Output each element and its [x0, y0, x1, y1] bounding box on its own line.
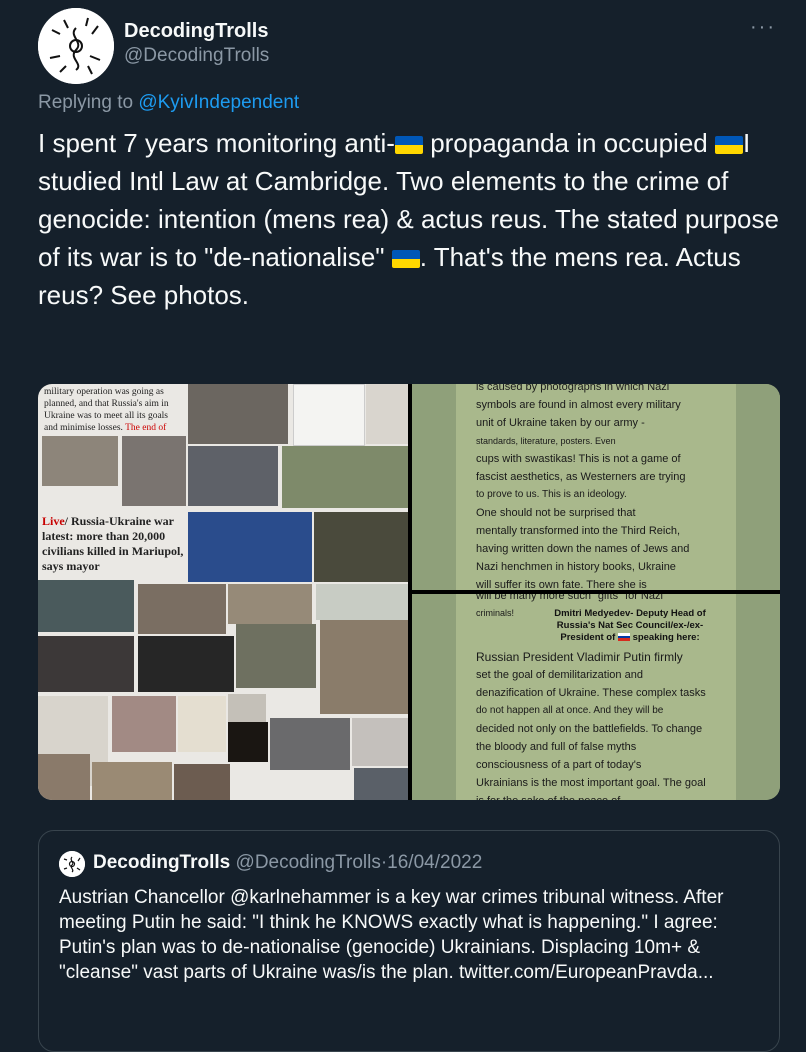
ukraine-flag-icon	[391, 250, 420, 268]
message-line: is for the sake of the peace of	[476, 792, 730, 800]
photo-article	[178, 696, 226, 752]
photo-ruins	[38, 754, 90, 800]
article-snippet: military operation was going as planned,…	[44, 386, 184, 434]
message-line: cups with swastikas! This is not a game …	[476, 453, 681, 465]
ukraine-flag-icon	[394, 136, 423, 154]
caption-text: speaking here:	[632, 632, 700, 643]
photo-article	[293, 384, 365, 446]
live-label: Live	[42, 514, 65, 528]
photo-debris	[228, 584, 312, 624]
media-screenshot-quote[interactable]: will be many more such "gifts" for Nazi …	[412, 594, 780, 800]
message-line: will suffer its own fate. There she is	[476, 579, 647, 590]
photo-candle	[228, 722, 268, 762]
message-line: One should not be surprised that	[476, 507, 636, 519]
photo-ruins	[92, 762, 172, 800]
photo-vehicles	[236, 624, 316, 688]
message-line: denazification of Ukraine. These complex…	[476, 687, 706, 699]
photo-article	[366, 384, 408, 444]
replying-to-prefix: Replying to	[38, 92, 139, 113]
photo-tank	[188, 384, 288, 444]
quoted-text: Austrian Chancellor @karlnehammer is a k…	[59, 887, 724, 983]
message-line: do not happen all at once. And they will…	[476, 705, 664, 716]
message-line: consciousness of a part of today's	[476, 759, 642, 771]
message-line: set the goal of demilitarization and	[476, 669, 643, 681]
message-line: criminals!	[476, 608, 515, 618]
photo-theatre	[42, 436, 118, 486]
message-line: fascist aesthetics, as Westerners are tr…	[476, 471, 686, 483]
chat-pattern	[736, 384, 780, 590]
message-bubble: is caused by photographs in which Nazi s…	[476, 384, 730, 590]
photo-field	[282, 446, 408, 508]
ukraine-flag-icon	[714, 136, 743, 154]
display-name[interactable]: DecodingTrolls	[124, 20, 268, 43]
photo-hazmat	[38, 580, 134, 632]
quoted-tweet[interactable]: DecodingTrolls @DecodingTrolls·16/04/202…	[38, 830, 780, 1052]
more-icon[interactable]: ···	[750, 16, 776, 39]
tweet-text: I spent 7 years monitoring anti- propaga…	[38, 124, 788, 314]
photo-street	[188, 446, 278, 506]
message-line: decided not only on the battlefields. To…	[476, 723, 703, 735]
photo-uniform	[138, 636, 234, 692]
photo-soldiers	[316, 584, 408, 620]
message-bubble: Russian President Vladimir Putin firmly …	[476, 648, 730, 800]
media-grid[interactable]: military operation was going as planned,…	[38, 384, 780, 800]
message-line: Ukrainians is the most important goal. T…	[476, 777, 706, 789]
photo-spokesman	[38, 636, 134, 692]
message-line: standards, literature, posters. Even	[476, 436, 616, 446]
user-handle[interactable]: @DecodingTrolls	[124, 45, 269, 67]
russia-flag-icon	[617, 633, 630, 641]
chat-pattern	[412, 594, 456, 800]
replying-to: Replying to @KyivIndependent	[38, 92, 299, 114]
photo-ruins	[138, 584, 226, 634]
live-headline: Live/ Russia-Ukraine war latest: more th…	[42, 514, 190, 574]
message-line: having written down the names of Jews an…	[476, 543, 690, 555]
tweet-text-part: I spent 7 years monitoring anti-	[38, 128, 395, 158]
photo-collage	[112, 696, 176, 752]
photo-ruins	[122, 436, 186, 506]
message-line: Russian President Vladimir Putin firmly	[476, 650, 683, 664]
tweet-text-part: propaganda in occupied	[422, 128, 715, 158]
message-line: will be many more such "gifts" for Nazi	[476, 594, 663, 602]
caption: Dmitri Medyedev- Deputy Head of Russia's…	[542, 608, 718, 644]
quoted-date[interactable]: 16/04/2022	[387, 852, 482, 873]
photo-soldiers	[314, 512, 408, 582]
article-snippet-red: The end of	[125, 423, 167, 433]
photo-leaders	[188, 512, 312, 582]
photo-article	[352, 718, 408, 766]
quoted-display-name[interactable]: DecodingTrolls	[93, 852, 230, 873]
avatar-image	[59, 851, 85, 877]
chat-pattern	[736, 594, 780, 800]
photo-court	[270, 718, 350, 770]
media-screenshot-quote[interactable]: is caused by photographs in which Nazi s…	[412, 384, 780, 590]
quoted-header: DecodingTrolls @DecodingTrolls·16/04/202…	[93, 852, 482, 874]
photo-man	[320, 620, 408, 714]
photo-street	[354, 768, 408, 800]
avatar[interactable]	[38, 8, 114, 84]
message-line: mentally transformed into the Third Reic…	[476, 525, 680, 537]
message-line: Nazi henchmen in history books, Ukraine	[476, 561, 676, 573]
chat-pattern	[412, 384, 456, 590]
message-line: the bloody and full of false myths	[476, 741, 637, 753]
message-line: unit of Ukraine taken by our army -	[476, 417, 645, 429]
message-line: is caused by photographs in which Nazi	[476, 384, 670, 393]
message-line: symbols are found in almost every milita…	[476, 399, 681, 411]
photo-street	[174, 764, 230, 800]
avatar-image	[38, 8, 114, 84]
quoted-avatar[interactable]	[59, 851, 85, 877]
message-line: to prove to us. This is an ideology.	[476, 489, 627, 500]
media-image-collage[interactable]: military operation was going as planned,…	[38, 384, 408, 800]
replying-to-link[interactable]: @KyivIndependent	[138, 92, 299, 113]
quoted-handle[interactable]: @DecodingTrolls	[236, 852, 381, 873]
